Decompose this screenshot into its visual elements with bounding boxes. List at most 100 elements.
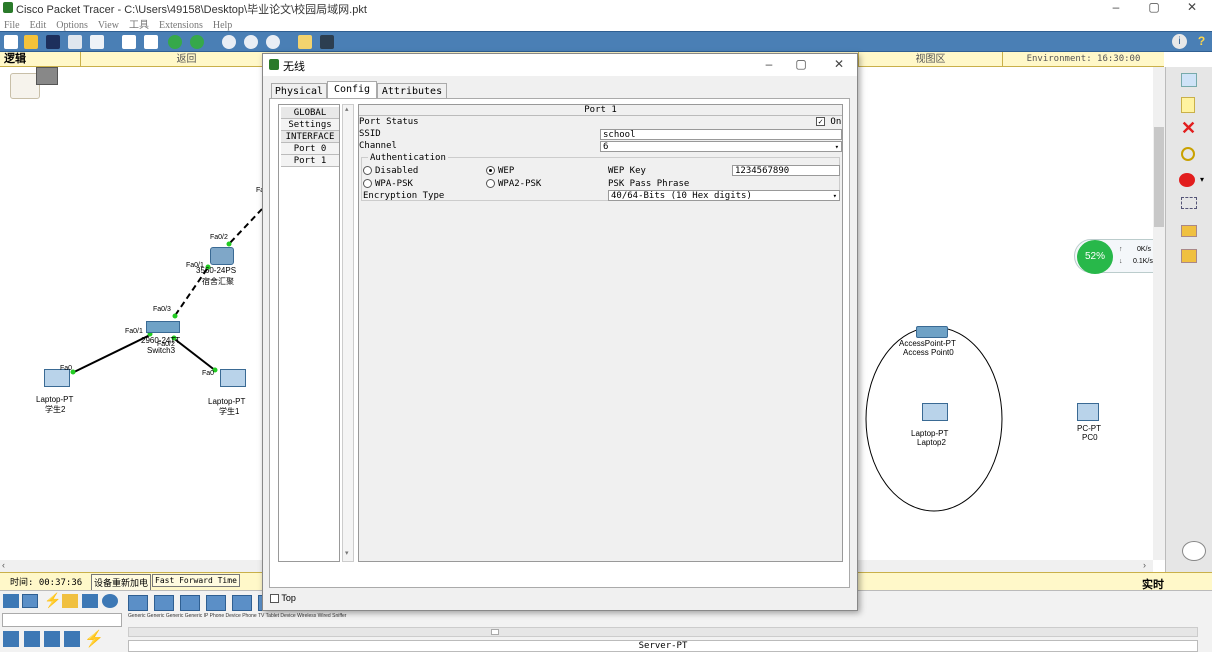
- cat-label: Generic: [165, 613, 184, 619]
- logical-label[interactable]: 逻辑: [4, 52, 26, 67]
- new-file-icon[interactable]: [4, 35, 18, 49]
- nav-scrollbar[interactable]: ▴ ▾: [342, 104, 354, 562]
- multilayer-switch-icon[interactable]: [210, 247, 234, 265]
- encryption-value: 40/64-Bits (10 Hex digits): [611, 191, 752, 201]
- laptop-icon[interactable]: [220, 369, 246, 387]
- wep-key-label: WEP Key: [608, 166, 646, 176]
- radio-wpa-psk[interactable]: WPA-PSK: [363, 179, 413, 189]
- printer-category-icon[interactable]: [44, 631, 60, 647]
- custom-device-icon[interactable]: [320, 35, 334, 49]
- maximize-button[interactable]: ▢: [1136, 0, 1172, 14]
- nav-settings[interactable]: Settings: [281, 119, 339, 131]
- device-search-field[interactable]: [2, 613, 122, 627]
- note-icon[interactable]: [1181, 97, 1195, 113]
- access-point-icon[interactable]: [916, 326, 948, 338]
- scroll-down-icon[interactable]: ▾: [345, 549, 349, 557]
- back-button[interactable]: 返回: [80, 52, 292, 67]
- dialog-close-button[interactable]: ✕: [821, 57, 857, 71]
- radio-disabled[interactable]: Disabled: [363, 166, 418, 176]
- end-devices-icon[interactable]: [22, 594, 38, 608]
- complex-pdu-icon[interactable]: [1181, 249, 1197, 263]
- radio-wpa-psk-label: WPA-PSK: [375, 179, 413, 189]
- zoom-in-icon[interactable]: [222, 35, 236, 49]
- generic-laptop-icon[interactable]: [128, 595, 148, 611]
- pc-category-icon[interactable]: [3, 631, 19, 647]
- fast-forward-button[interactable]: Fast Forward Time: [152, 574, 240, 587]
- device-list-scrollbar[interactable]: [128, 627, 1198, 637]
- switch-icon[interactable]: [146, 321, 180, 333]
- viewport-button[interactable]: 视图区: [858, 52, 1002, 67]
- scroll-left-icon[interactable]: ‹: [2, 560, 5, 570]
- channel-select[interactable]: 6 ▾: [600, 141, 842, 152]
- vertical-scroll-thumb[interactable]: [1154, 127, 1164, 227]
- help-icon[interactable]: ?: [1194, 34, 1209, 49]
- vertical-scrollbar[interactable]: [1153, 67, 1165, 560]
- laptop-icon[interactable]: [922, 403, 948, 421]
- radio-wpa2-psk[interactable]: WPA2-PSK: [486, 179, 541, 189]
- tab-physical[interactable]: Physical: [271, 83, 327, 98]
- port-status-toggle[interactable]: ✓ On: [816, 117, 841, 127]
- pc-icon[interactable]: [1077, 403, 1099, 421]
- menu-bar: File Edit Options View 工具 Extensions Help: [0, 16, 1212, 31]
- delete-icon[interactable]: ✕: [1181, 119, 1196, 137]
- generic-printer-icon[interactable]: [206, 595, 226, 611]
- select-icon[interactable]: [1181, 73, 1197, 87]
- misc-icon[interactable]: [82, 594, 98, 608]
- tab-config[interactable]: Config: [327, 81, 377, 99]
- menu-view[interactable]: View: [98, 20, 119, 31]
- zoom-out-icon[interactable]: [266, 35, 280, 49]
- radio-wep[interactable]: WEP: [486, 166, 514, 176]
- menu-options[interactable]: Options: [56, 20, 88, 31]
- simulation-clock-icon[interactable]: [1182, 541, 1206, 561]
- ip-phone-icon[interactable]: [232, 595, 252, 611]
- components-icon[interactable]: [62, 594, 78, 608]
- server-category-icon[interactable]: [24, 631, 40, 647]
- top-checkbox[interactable]: Top: [270, 593, 296, 604]
- generic-pc-icon[interactable]: [154, 595, 174, 611]
- dropdown-icon[interactable]: ▾: [1200, 175, 1204, 184]
- open-folder-icon[interactable]: [24, 35, 38, 49]
- nav-port-1[interactable]: Port 1: [281, 155, 339, 167]
- redo-icon[interactable]: [190, 35, 204, 49]
- menu-extensions[interactable]: Extensions: [159, 20, 203, 31]
- draw-shape-icon[interactable]: [1179, 173, 1195, 187]
- menu-file[interactable]: File: [4, 20, 20, 31]
- menu-help[interactable]: Help: [213, 20, 232, 31]
- multiuser-icon[interactable]: [102, 594, 118, 608]
- port-label: Fa0/1: [125, 328, 143, 335]
- connections-icon[interactable]: ⚡: [44, 592, 61, 609]
- zoom-reset-icon[interactable]: [244, 35, 258, 49]
- wep-key-input[interactable]: 1234567890: [732, 165, 840, 176]
- activity-wizard-icon[interactable]: [90, 35, 104, 49]
- phone-category-icon[interactable]: [64, 631, 80, 647]
- close-button[interactable]: ✕: [1174, 0, 1210, 14]
- paste-icon[interactable]: [144, 35, 158, 49]
- print-icon[interactable]: [68, 35, 82, 49]
- palette-icon[interactable]: [298, 35, 312, 49]
- wireless-category-icon[interactable]: ⚡: [84, 629, 104, 649]
- encryption-select[interactable]: 40/64-Bits (10 Hex digits) ▾: [608, 190, 840, 201]
- info-icon[interactable]: i: [1172, 34, 1187, 49]
- menu-edit[interactable]: Edit: [30, 20, 47, 31]
- link-light: [172, 313, 178, 319]
- undo-icon[interactable]: [168, 35, 182, 49]
- nav-port-0[interactable]: Port 0: [281, 143, 339, 155]
- scroll-right-icon[interactable]: ›: [1143, 560, 1146, 570]
- ssid-input[interactable]: school: [600, 129, 842, 140]
- scroll-up-icon[interactable]: ▴: [345, 105, 349, 113]
- inspect-icon[interactable]: [1181, 147, 1195, 161]
- generic-server-icon[interactable]: [180, 595, 200, 611]
- minimize-button[interactable]: –: [1098, 0, 1134, 14]
- tab-attributes[interactable]: Attributes: [377, 83, 447, 98]
- power-cycle-button[interactable]: 设备重新加电: [91, 574, 152, 591]
- save-icon[interactable]: [46, 35, 60, 49]
- dialog-minimize-button[interactable]: –: [751, 57, 787, 71]
- pdu-icon[interactable]: [1181, 225, 1197, 237]
- dialog-maximize-button[interactable]: ▢: [783, 57, 819, 71]
- network-devices-icon[interactable]: [3, 594, 19, 608]
- device-list-scroll-thumb[interactable]: [491, 629, 499, 635]
- resize-icon[interactable]: [1181, 197, 1197, 209]
- menu-tools[interactable]: 工具: [129, 20, 149, 31]
- copy-icon[interactable]: [122, 35, 136, 49]
- environment-label[interactable]: Environment: 16:30:00: [1002, 52, 1164, 67]
